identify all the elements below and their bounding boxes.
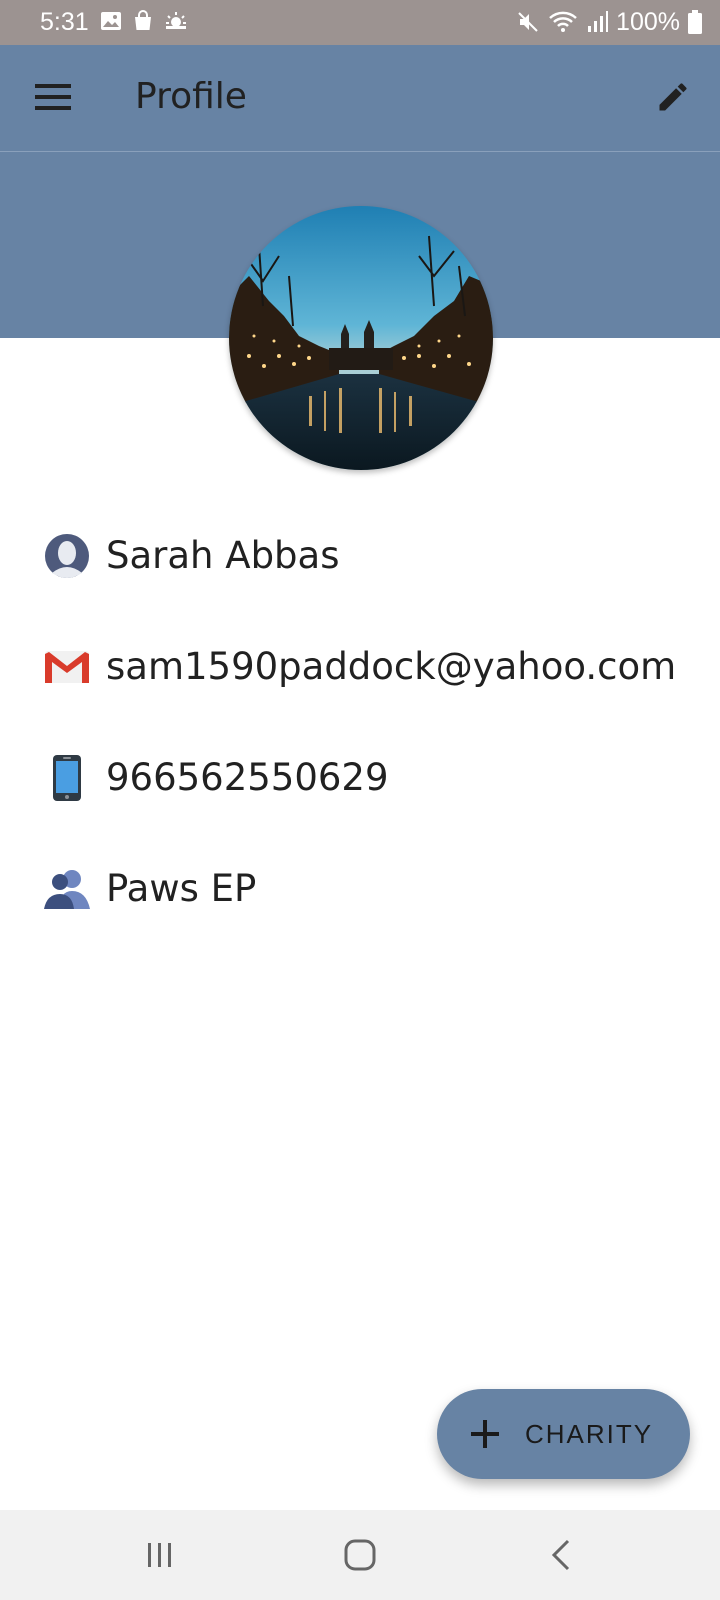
gmail-icon xyxy=(44,644,90,690)
edit-profile-button[interactable] xyxy=(648,72,698,122)
app-bar: Profile xyxy=(0,45,720,151)
status-bar: 5:31 100% xyxy=(0,0,720,45)
battery-icon xyxy=(688,10,702,34)
menu-button[interactable] xyxy=(28,72,78,122)
back-icon xyxy=(551,1539,570,1571)
profile-email-row: sam1590paddock@yahoo.com xyxy=(44,637,704,697)
profile-organization-row: Paws EP xyxy=(44,859,704,919)
profile-photo xyxy=(229,206,493,470)
recent-apps-icon xyxy=(148,1543,171,1567)
person-icon xyxy=(44,533,90,579)
page-title: Profile xyxy=(135,76,247,117)
weather-icon xyxy=(166,12,186,29)
profile-phone: 966562550629 xyxy=(106,756,389,799)
signal-icon xyxy=(588,11,609,32)
status-time: 5:31 xyxy=(40,8,89,36)
recent-apps-button[interactable] xyxy=(130,1530,190,1580)
status-system-icons: 100% xyxy=(516,7,702,37)
home-icon xyxy=(344,1539,376,1571)
profile-phone-row: 966562550629 xyxy=(44,748,704,808)
image-icon xyxy=(101,12,121,30)
menu-icon xyxy=(35,84,71,110)
add-charity-button[interactable]: CHARITY xyxy=(437,1389,690,1479)
mobile-phone-icon xyxy=(44,755,90,801)
system-navigation-bar xyxy=(0,1510,720,1600)
profile-name: Sarah Abbas xyxy=(106,534,340,577)
add-charity-label: CHARITY xyxy=(525,1418,654,1449)
wifi-icon xyxy=(549,11,577,32)
profile-email: sam1590paddock@yahoo.com xyxy=(106,645,677,688)
home-button[interactable] xyxy=(330,1530,390,1580)
shopping-bag-icon xyxy=(135,10,151,30)
battery-percentage: 100% xyxy=(616,8,680,36)
back-button[interactable] xyxy=(532,1530,592,1580)
profile-name-row: Sarah Abbas xyxy=(44,526,704,586)
profile-organization: Paws EP xyxy=(106,867,257,910)
plus-icon xyxy=(471,1420,499,1448)
mute-icon xyxy=(518,12,538,32)
group-icon xyxy=(44,866,90,912)
edit-icon xyxy=(659,83,687,111)
status-notification-icons xyxy=(100,10,188,32)
profile-avatar[interactable] xyxy=(229,206,493,470)
